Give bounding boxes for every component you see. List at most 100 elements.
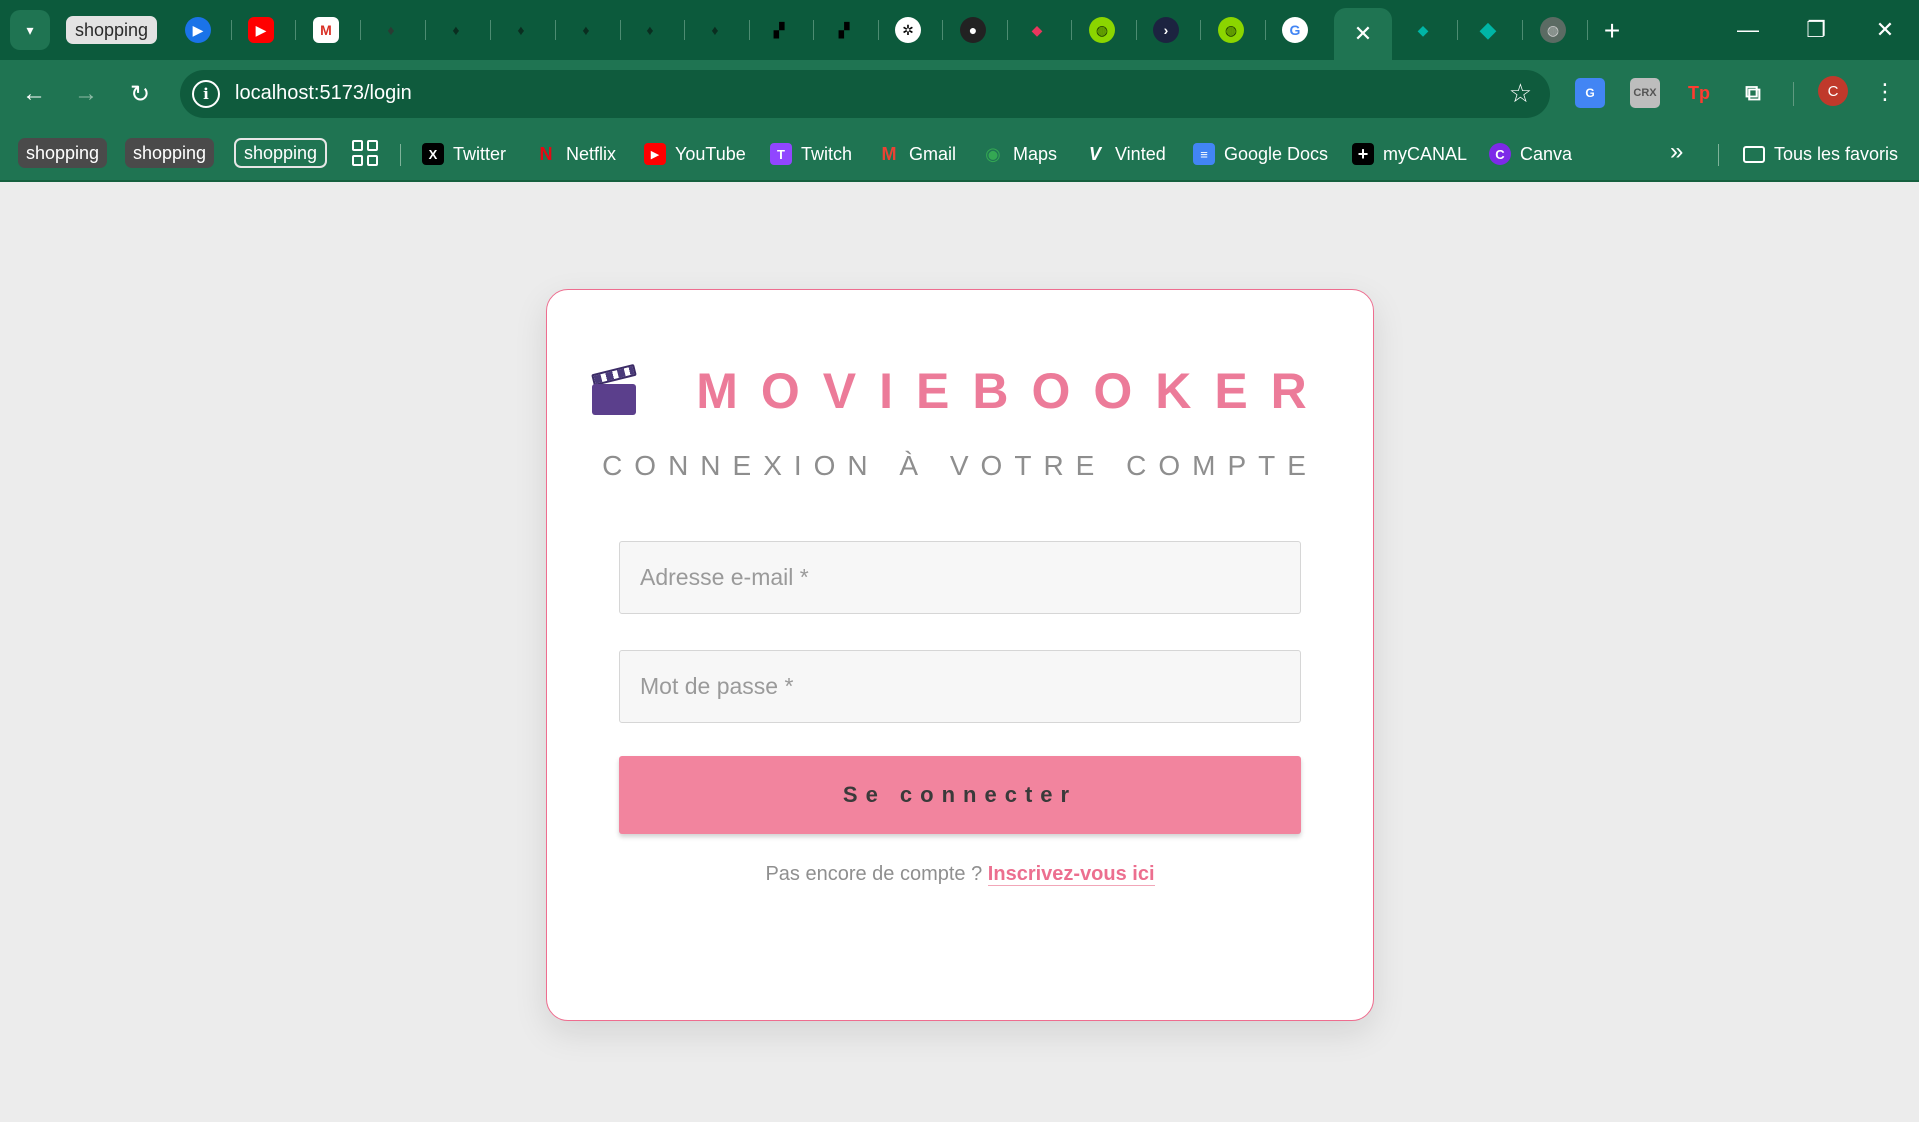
clapperboard-icon: [590, 363, 638, 417]
bookmark-label: Tous les favoris: [1774, 143, 1899, 164]
docs-icon: ≡: [1193, 143, 1215, 165]
bookmark-group-shopping[interactable]: shopping: [18, 138, 108, 168]
signup-prompt: Pas encore de compte ? Inscrivez-vous ic…: [547, 863, 1373, 886]
apps-grid-icon[interactable]: [352, 140, 378, 166]
brand-title: MOVIEBOOKER: [696, 363, 1330, 419]
tab-shapes-icon[interactable]: ▞: [766, 17, 792, 43]
tab-diamond-icon[interactable]: ♦: [702, 17, 728, 43]
tab-separator: [1007, 20, 1008, 40]
reload-icon[interactable]: ↻: [120, 74, 160, 114]
signup-link[interactable]: Inscrivez-vous ici: [987, 863, 1155, 886]
tab-separator: [1136, 20, 1137, 40]
mycanal-icon: +: [1352, 143, 1374, 165]
bookmark-youtube[interactable]: ▶ YouTube: [644, 140, 746, 168]
tab-diamond-icon[interactable]: ♦: [637, 17, 663, 43]
tab-separator: [878, 20, 879, 40]
tab-diamond-icon[interactable]: ♦: [508, 17, 534, 43]
tab-separator: [749, 20, 750, 40]
tab-separator: [1265, 20, 1266, 40]
translate-icon[interactable]: G: [1575, 78, 1605, 108]
tab-bird-icon[interactable]: ◆: [1024, 17, 1050, 43]
tab-separator: [425, 20, 426, 40]
new-tab-button[interactable]: +: [1595, 14, 1629, 48]
tab-github-icon[interactable]: ●: [960, 17, 986, 43]
tab-separator: [295, 20, 296, 40]
tab-separator: [1457, 20, 1458, 40]
bookmark-twitter[interactable]: X Twitter: [422, 140, 506, 168]
all-bookmarks-folder[interactable]: Tous les favoris: [1743, 140, 1898, 168]
bookmark-google-docs[interactable]: ≡ Google Docs: [1193, 140, 1328, 168]
close-tab-icon[interactable]: ✕: [1354, 21, 1372, 47]
bookmark-separator: [1718, 144, 1719, 166]
forward-arrow-icon[interactable]: →: [66, 74, 106, 114]
email-input[interactable]: [620, 542, 1300, 613]
more-bookmarks-chevron-icon[interactable]: »: [1670, 138, 1683, 166]
tab-teal-icon[interactable]: ◆: [1410, 17, 1436, 43]
back-arrow-icon[interactable]: ←: [14, 74, 54, 114]
password-input[interactable]: [620, 651, 1300, 722]
maps-pin-icon: ◉: [985, 143, 1001, 164]
password-field[interactable]: [619, 650, 1301, 723]
tab-globe-green-icon[interactable]: ◍: [1218, 17, 1244, 43]
tab-separator: [620, 20, 621, 40]
tab-strip: ▾ shopping ▶ ▶ M ♦ ♦ ♦ ♦ ♦ ♦ ▞ ▞ ✲ ● ◆ ◍…: [0, 0, 1919, 60]
tab-openai-icon[interactable]: ✲: [895, 17, 921, 43]
restore-button[interactable]: ❐: [1796, 12, 1836, 48]
login-card: MOVIEBOOKER CONNEXION À VOTRE COMPTE Se …: [546, 289, 1374, 1021]
bookmark-group-shopping[interactable]: shopping: [234, 138, 328, 168]
bookmark-label: Twitch: [801, 143, 853, 164]
toolbar-separator: [1793, 82, 1794, 106]
tab-youtube-icon[interactable]: ▶: [248, 17, 274, 43]
tab-terminal-icon[interactable]: ›: [1153, 17, 1179, 43]
page-subtitle: CONNEXION À VOTRE COMPTE: [602, 450, 1318, 481]
minimize-button[interactable]: —: [1728, 12, 1768, 48]
bookmark-label: Maps: [1013, 143, 1058, 164]
address-bar[interactable]: i localhost:5173/login ☆: [180, 70, 1550, 118]
bookmark-label: Gmail: [909, 143, 957, 164]
bookmark-vinted[interactable]: V Vinted: [1084, 140, 1166, 168]
tab-separator: [231, 20, 232, 40]
tab-google-icon[interactable]: G: [1282, 17, 1308, 43]
profile-avatar[interactable]: C: [1818, 76, 1848, 106]
menu-dots-icon[interactable]: ⋮: [1873, 74, 1897, 110]
tab-separator: [684, 20, 685, 40]
tab-shapes-error-icon[interactable]: ▞: [831, 17, 857, 43]
bookmark-mycanal[interactable]: + myCANAL: [1352, 140, 1467, 168]
tab-group-chip[interactable]: shopping: [66, 16, 158, 44]
tab-search-chevron-icon[interactable]: ▾: [10, 10, 50, 50]
tp-icon[interactable]: Tp: [1684, 78, 1714, 108]
tab-diamond-icon[interactable]: ♦: [573, 17, 599, 43]
close-window-button[interactable]: ✕: [1865, 12, 1905, 48]
bookmarks-bar: shopping shopping shopping X Twitter N N…: [0, 128, 1919, 182]
tab-teal-diamond-icon[interactable]: ◆: [1475, 17, 1501, 43]
browser-toolbar: ← → ↻ i localhost:5173/login ☆ G CRX Tp …: [0, 60, 1919, 128]
bookmark-netflix[interactable]: N Netflix: [535, 140, 617, 168]
tab-gmail-icon[interactable]: M: [313, 17, 339, 43]
bookmark-star-icon[interactable]: ☆: [1509, 78, 1532, 109]
tab-separator: [813, 20, 814, 40]
tab-globe-green-icon[interactable]: ◍: [1089, 17, 1115, 43]
crx-icon[interactable]: CRX: [1630, 78, 1660, 108]
bookmark-gmail[interactable]: M Gmail: [878, 140, 957, 168]
email-field[interactable]: [619, 541, 1301, 614]
bookmark-group-shopping[interactable]: shopping: [125, 138, 215, 168]
url-text[interactable]: localhost:5173/login: [235, 82, 412, 105]
site-info-icon[interactable]: i: [192, 80, 220, 108]
tab-flame-icon[interactable]: ♦: [378, 17, 404, 43]
bookmark-label: Google Docs: [1224, 143, 1329, 164]
folder-icon: [1743, 145, 1765, 163]
tab-globe-icon[interactable]: ◍: [1540, 17, 1566, 43]
login-button[interactable]: Se connecter: [619, 756, 1301, 834]
bookmark-label: Netflix: [566, 143, 617, 164]
bookmark-canva[interactable]: C Canva: [1489, 140, 1572, 168]
puzzle-icon[interactable]: ⧉: [1738, 78, 1768, 108]
netflix-icon: N: [539, 143, 553, 164]
tab-diamond-icon[interactable]: ♦: [443, 17, 469, 43]
canva-icon: C: [1489, 143, 1511, 165]
twitch-icon: T: [770, 143, 792, 165]
tab-play-icon[interactable]: ▶: [185, 17, 211, 43]
signup-prompt-text: Pas encore de compte ?: [765, 863, 983, 885]
bookmark-maps[interactable]: ◉ Maps: [982, 140, 1057, 168]
bookmark-twitch[interactable]: T Twitch: [770, 140, 852, 168]
active-tab[interactable]: ✕: [1334, 8, 1392, 60]
